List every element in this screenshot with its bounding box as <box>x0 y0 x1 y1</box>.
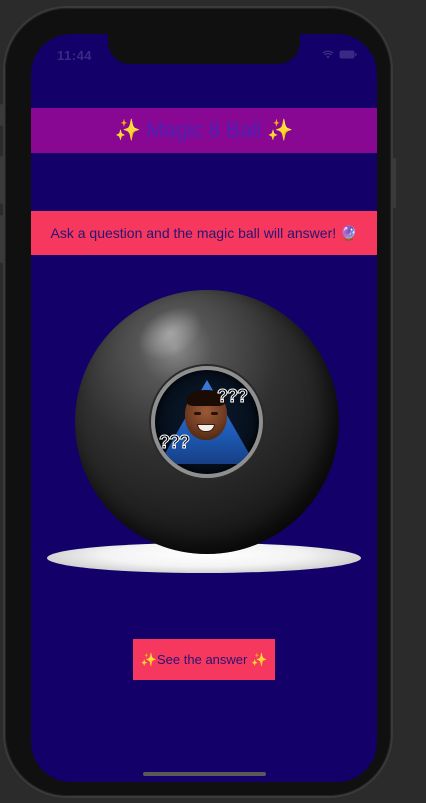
app-screen: 11:44 ✨ Magic 8 Ball ✨ Ask a question an… <box>31 34 377 782</box>
see-answer-label: ✨See the answer ✨ <box>140 651 268 667</box>
question-marks-right: ??? <box>217 386 249 407</box>
instruction-text: Ask a question and the magic ball will a… <box>50 224 358 241</box>
title-bar: ✨ Magic 8 Ball ✨ <box>31 108 377 153</box>
eight-ball-image: ??? ??? <box>75 290 339 554</box>
volume-up-button <box>0 156 5 204</box>
wifi-icon <box>322 50 334 59</box>
mute-switch <box>0 104 5 126</box>
power-button <box>391 158 396 208</box>
app-title: ✨ Magic 8 Ball ✨ <box>114 118 294 142</box>
battery-icon <box>339 50 357 59</box>
device-notch <box>108 34 300 64</box>
magic-ball[interactable]: ??? ??? <box>45 290 363 575</box>
instruction-banner: Ask a question and the magic ball will a… <box>31 211 377 255</box>
ball-answer-window: ??? ??? <box>151 366 263 478</box>
status-icons <box>322 50 357 59</box>
see-answer-button[interactable]: ✨See the answer ✨ <box>133 639 275 680</box>
ball-highlight <box>128 295 212 371</box>
status-time: 11:44 <box>57 48 93 63</box>
home-indicator[interactable] <box>143 772 266 776</box>
face-eye-right <box>211 412 218 415</box>
question-marks-left: ??? <box>159 432 191 453</box>
face-mouth <box>197 424 215 432</box>
phone-frame: 11:44 ✨ Magic 8 Ball ✨ Ask a question an… <box>5 8 391 796</box>
volume-down-button <box>0 215 5 263</box>
face-eye-left <box>194 412 201 415</box>
